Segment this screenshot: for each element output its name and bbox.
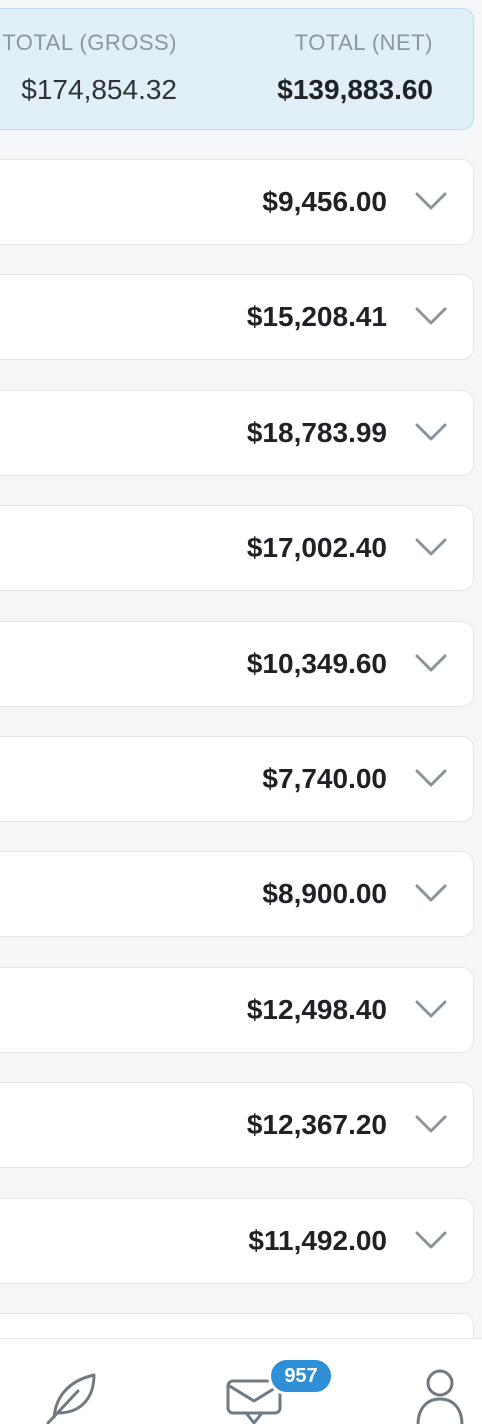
payroll-screen: TOTAL (GROSS) $174,854.32 TOTAL (NET) $1… <box>0 0 482 1424</box>
chevron-down-icon[interactable] <box>411 301 451 331</box>
payment-row-amount: $9,456.00 <box>262 186 387 217</box>
chevron-down-icon[interactable] <box>411 994 451 1024</box>
total-net-label: TOTAL (NET) <box>294 30 433 55</box>
payment-row-amount: $17,002.40 <box>246 532 387 563</box>
payment-row-amount: $15,208.41 <box>246 301 387 332</box>
payment-row-amount: $7,740.00 <box>262 763 387 794</box>
payment-row-amount: $12,498.40 <box>246 994 387 1025</box>
chevron-down-icon[interactable] <box>411 186 451 216</box>
payment-row-amount: $10,349.60 <box>246 648 387 679</box>
unread-messages-badge: 957 <box>268 1357 334 1395</box>
chevron-down-icon[interactable] <box>411 878 451 908</box>
totals-summary-card: TOTAL (GROSS) $174,854.32 TOTAL (NET) $1… <box>0 8 474 130</box>
chevron-down-icon[interactable] <box>411 763 451 793</box>
total-gross-label: TOTAL (GROSS) <box>2 30 177 55</box>
payment-row[interactable]: $10,349.60 <box>0 621 474 707</box>
payment-row[interactable]: $18,783.99 <box>0 390 474 476</box>
payment-row[interactable]: $12,498.40 <box>0 967 474 1053</box>
payment-row[interactable]: $12,367.20 <box>0 1082 474 1168</box>
total-net-value: $139,883.60 <box>277 74 433 105</box>
chevron-down-icon[interactable] <box>411 648 451 678</box>
payment-row-amount: $8,900.00 <box>262 878 387 909</box>
chevron-down-icon[interactable] <box>411 1225 451 1255</box>
payment-row[interactable]: $8,900.00 <box>0 851 474 937</box>
payment-row[interactable]: $9,456.00 <box>0 159 474 245</box>
user-icon[interactable] <box>414 1367 466 1424</box>
total-net: TOTAL (NET) $139,883.60 <box>277 29 433 107</box>
payment-row-amount: $11,492.00 <box>248 1225 387 1256</box>
leaf-icon[interactable] <box>42 1367 104 1424</box>
chevron-down-icon[interactable] <box>411 532 451 562</box>
chevron-down-icon[interactable] <box>411 1109 451 1139</box>
total-gross: TOTAL (GROSS) $174,854.32 <box>2 29 177 107</box>
payment-row[interactable]: $17,002.40 <box>0 505 474 591</box>
payment-row[interactable]: $7,740.00 <box>0 736 474 822</box>
total-gross-value: $174,854.32 <box>21 74 177 105</box>
chevron-down-icon[interactable] <box>411 417 451 447</box>
payment-row-amount: $12,367.20 <box>246 1109 387 1140</box>
payment-row[interactable]: $11,492.00 <box>0 1198 474 1284</box>
payment-row[interactable]: $15,208.41 <box>0 274 474 360</box>
payment-row-amount: $18,783.99 <box>246 417 387 448</box>
bottom-navigation: 957 <box>0 1338 482 1424</box>
